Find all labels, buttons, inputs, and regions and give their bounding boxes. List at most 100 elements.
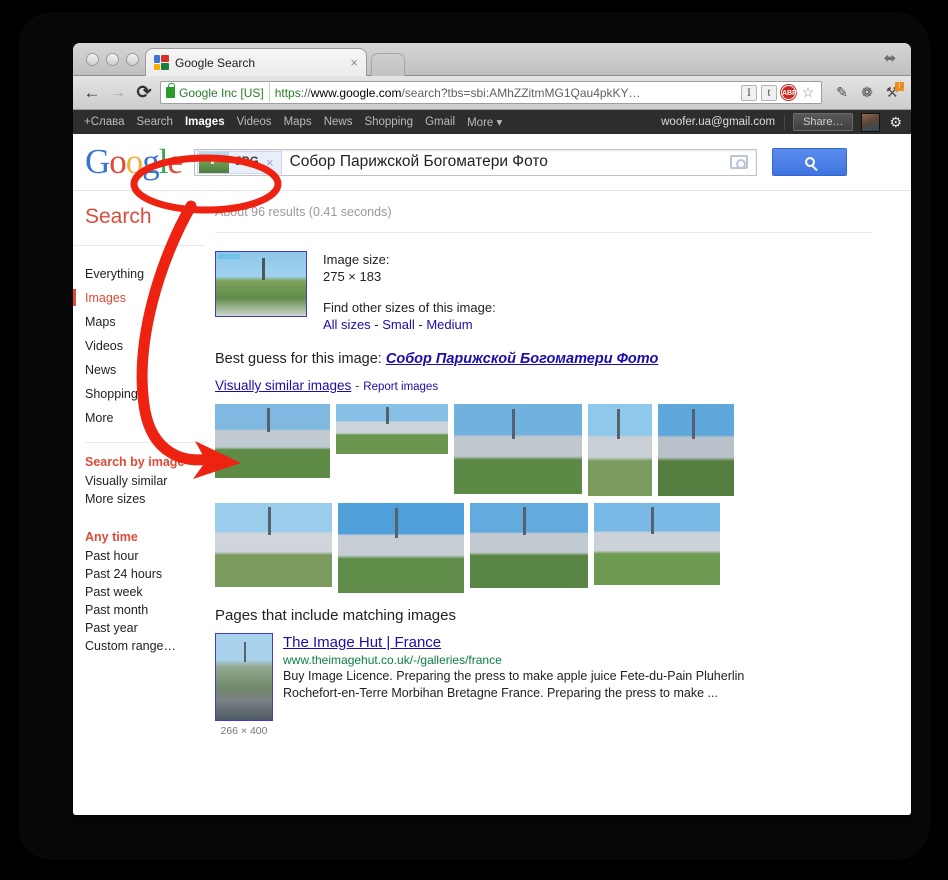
google-logo[interactable]: Google: [85, 142, 183, 182]
thumbnail-spire: [692, 409, 695, 439]
page-result-thumb-wrap: 266 × 400: [215, 633, 273, 737]
gbar-item-shopping[interactable]: Shopping: [358, 116, 419, 128]
similar-image-thumbnail[interactable]: [215, 404, 330, 478]
url-separator: ://: [300, 85, 311, 100]
link-small[interactable]: Small: [382, 317, 415, 332]
best-guess-link[interactable]: Собор Парижской Богоматери Фото: [386, 351, 658, 367]
url-host: www.google.com: [310, 85, 402, 100]
camera-icon[interactable]: [730, 155, 749, 169]
ev-certificate-label: Google Inc [US]: [179, 85, 264, 100]
gbar-item-plus-slava[interactable]: +Слава: [82, 116, 131, 128]
visually-similar-row: Visually similar images - Report images: [215, 378, 911, 393]
sidebar-item-custom-range[interactable]: Custom range…: [85, 637, 205, 655]
gear-icon[interactable]: ⚙: [880, 114, 902, 131]
similar-image-thumbnail[interactable]: [588, 404, 652, 496]
size-link-sep-2: -: [414, 317, 427, 332]
gbar-item-videos[interactable]: Videos: [231, 116, 278, 128]
sidebar-item-news[interactable]: News: [85, 358, 205, 382]
chip-remove-icon[interactable]: ×: [259, 155, 277, 170]
browser-tab-google-search[interactable]: Google Search ×: [145, 48, 367, 76]
window-minimize-button[interactable]: [106, 53, 119, 66]
similar-images-row-1: [215, 404, 911, 496]
page-result-snippet: Buy Image Licence. Preparing the press t…: [283, 669, 745, 700]
image-meta-text: Image size: 275 × 183 Find other sizes o…: [323, 251, 496, 333]
google-favicon-icon: [154, 55, 169, 70]
instapaper-icon[interactable]: I: [741, 84, 757, 101]
page-result-thumbnail[interactable]: [215, 633, 273, 721]
browser-tab-title: Google Search: [175, 55, 256, 70]
search-icon: [804, 157, 815, 167]
device-frame: Google Search × ⬌ ← → ⟳ Google Inc [US] …: [18, 12, 930, 860]
sidebar-item-everything[interactable]: Everything: [85, 262, 205, 286]
reload-button[interactable]: ⟳: [131, 80, 157, 106]
forward-button[interactable]: →: [105, 80, 131, 106]
maximize-icon[interactable]: ⬌: [881, 50, 899, 68]
similar-image-thumbnail[interactable]: [658, 404, 734, 496]
gbar-item-gmail[interactable]: Gmail: [419, 116, 461, 128]
evernote-clipper-icon[interactable]: ✎: [833, 84, 851, 102]
sidebar-item-past-week[interactable]: Past week: [85, 583, 205, 601]
new-tab-button[interactable]: [371, 53, 405, 76]
search-box[interactable]: JPG × Собор Парижской Богоматери Фото: [194, 148, 758, 176]
visually-similar-link[interactable]: Visually similar images: [215, 378, 351, 393]
share-button[interactable]: Share…: [793, 113, 854, 131]
search-button[interactable]: [772, 148, 848, 176]
report-images-link[interactable]: Report images: [363, 381, 438, 393]
account-email[interactable]: woofer.ua@gmail.com: [661, 116, 784, 128]
gbar-item-maps[interactable]: Maps: [278, 116, 318, 128]
desk-lamp-icon[interactable]: ❁: [858, 84, 876, 102]
similar-image-thumbnail[interactable]: [594, 503, 720, 585]
page-result-url: www.theimagehut.co.uk/-/galleries/france: [283, 653, 502, 667]
tumblr-icon[interactable]: t: [761, 84, 777, 101]
similar-image-thumbnail[interactable]: [215, 503, 332, 587]
avatar[interactable]: [861, 112, 881, 132]
address-bar[interactable]: Google Inc [US] https://www.google.com/s…: [160, 81, 822, 104]
similar-sep: -: [351, 378, 364, 393]
back-button[interactable]: ←: [79, 80, 105, 106]
search-input[interactable]: Собор Парижской Богоматери Фото: [284, 153, 730, 171]
sidebar-item-shopping[interactable]: Shopping: [85, 382, 205, 406]
link-all-sizes[interactable]: All sizes: [323, 317, 371, 332]
gbar-item-news[interactable]: News: [318, 116, 359, 128]
chip-thumbnail: [199, 151, 230, 173]
sidebar-item-past-year[interactable]: Past year: [85, 619, 205, 637]
similar-image-thumbnail[interactable]: [454, 404, 582, 494]
sidebar-item-more[interactable]: More: [85, 406, 205, 430]
image-search-chip[interactable]: JPG ×: [197, 150, 282, 174]
window-zoom-button[interactable]: [126, 53, 139, 66]
browser-titlebar: Google Search × ⬌: [73, 43, 911, 76]
sidebar-item-maps[interactable]: Maps: [85, 310, 205, 334]
bookmark-star-icon[interactable]: ☆: [800, 84, 816, 101]
page-result-title-link[interactable]: The Image Hut | France: [283, 633, 753, 652]
address-bar-url: https://www.google.com/search?tbs=sbi:AM…: [275, 86, 741, 100]
thumbnail-watermark: [218, 254, 240, 259]
site-identity-chip[interactable]: Google Inc [US]: [164, 83, 270, 102]
best-guess-label: Best guess for this image:: [215, 351, 382, 367]
lock-icon: [166, 83, 175, 98]
link-medium[interactable]: Medium: [426, 317, 472, 332]
tab-close-icon[interactable]: ×: [344, 55, 358, 70]
page-result-image-size: 266 × 400: [220, 725, 268, 737]
similar-image-thumbnail[interactable]: [338, 503, 464, 593]
sidebar-item-videos[interactable]: Videos: [85, 334, 205, 358]
window-close-button[interactable]: [86, 53, 99, 66]
sidebar-item-past-24-hours[interactable]: Past 24 hours: [85, 565, 205, 583]
wrench-update-badge: !: [895, 81, 904, 91]
sidebar-item-images[interactable]: Images: [73, 286, 205, 310]
sidebar-item-visually-similar[interactable]: Visually similar: [85, 472, 205, 490]
thumbnail-spire: [268, 507, 271, 535]
similar-image-thumbnail[interactable]: [336, 404, 448, 454]
wrench-menu-icon[interactable]: ⚒ !: [883, 81, 904, 102]
sidebar-item-more-sizes[interactable]: More sizes: [85, 490, 205, 508]
similar-image-thumbnail[interactable]: [470, 503, 588, 588]
pages-heading: Pages that include matching images: [215, 607, 456, 624]
search-by-image-heading: Search by image: [85, 455, 185, 469]
source-image-thumbnail[interactable]: [215, 251, 307, 317]
gbar-item-images[interactable]: Images: [179, 116, 231, 128]
gbar-item-search[interactable]: Search: [131, 116, 179, 128]
sidebar-item-past-month[interactable]: Past month: [85, 601, 205, 619]
gbar-item-more[interactable]: More ▾: [461, 115, 508, 129]
sidebar-item-past-hour[interactable]: Past hour: [85, 547, 205, 565]
adblock-plus-icon[interactable]: ABP: [781, 85, 797, 100]
